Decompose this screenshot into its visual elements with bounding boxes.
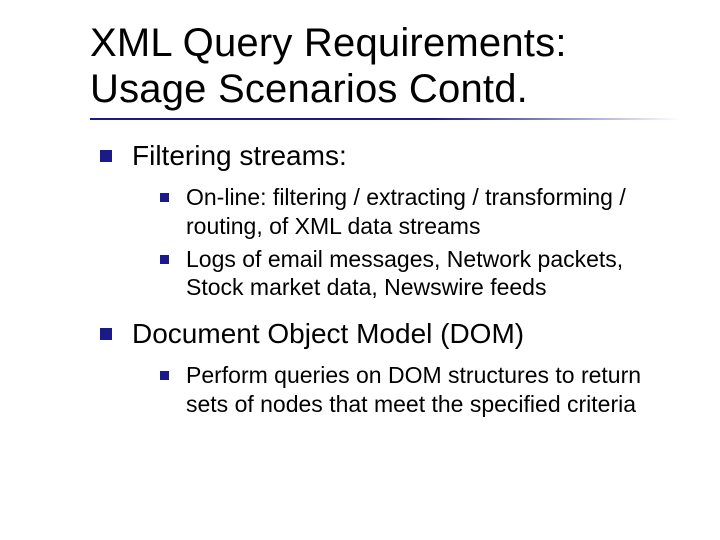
title-underline xyxy=(90,118,680,120)
list-item: On-line: filtering / extracting / transf… xyxy=(160,183,680,241)
list-item: Perform queries on DOM structures to ret… xyxy=(160,361,680,419)
bullet-list: Filtering streams: On-line: filtering / … xyxy=(100,138,680,419)
list-item-label: Logs of email messages, Network packets,… xyxy=(186,246,623,301)
list-item-label: Filtering streams: xyxy=(132,140,347,171)
list-item-label: Perform queries on DOM structures to ret… xyxy=(186,362,641,417)
list-item: Filtering streams: On-line: filtering / … xyxy=(100,138,680,302)
list-item-label: Document Object Model (DOM) xyxy=(132,318,524,349)
slide-title: XML Query Requirements: Usage Scenarios … xyxy=(90,20,680,112)
slide: XML Query Requirements: Usage Scenarios … xyxy=(0,0,720,540)
list-item: Document Object Model (DOM) Perform quer… xyxy=(100,316,680,419)
sub-bullet-list: Perform queries on DOM structures to ret… xyxy=(160,361,680,419)
list-item-label: On-line: filtering / extracting / transf… xyxy=(186,184,626,239)
list-item: Logs of email messages, Network packets,… xyxy=(160,245,680,303)
sub-bullet-list: On-line: filtering / extracting / transf… xyxy=(160,183,680,302)
